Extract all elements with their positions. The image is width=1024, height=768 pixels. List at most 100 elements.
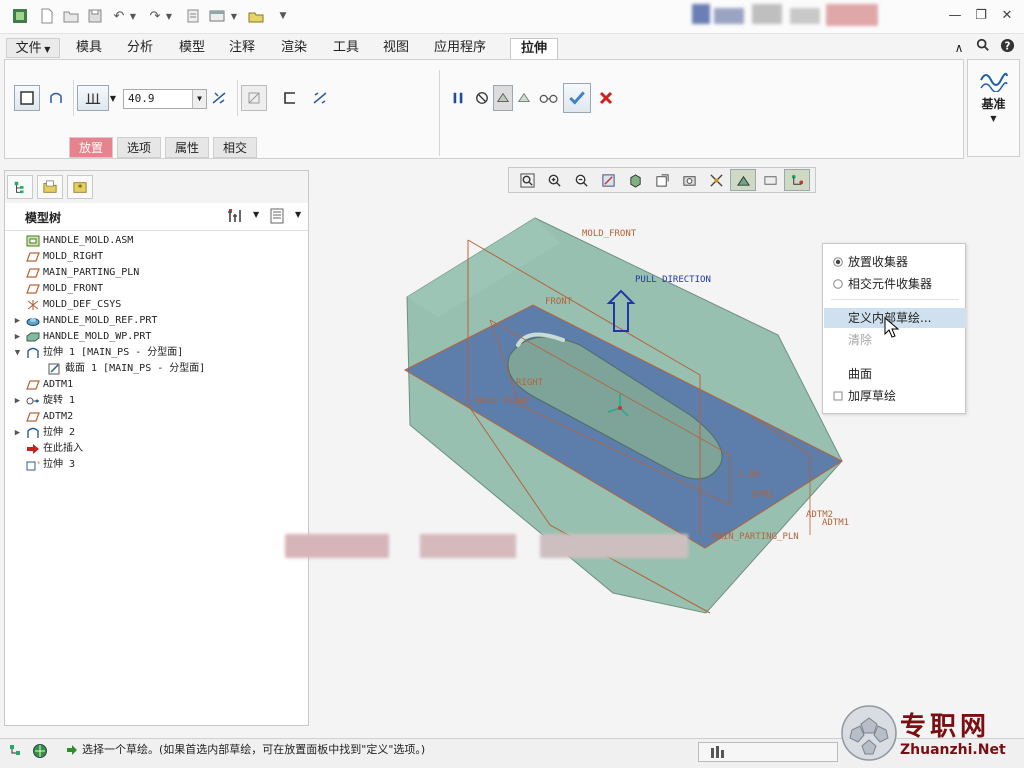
tab-options[interactable]: 选项 bbox=[117, 137, 161, 158]
tab-mold[interactable]: 模具 bbox=[70, 38, 108, 58]
tree-item[interactable]: ADTM2 bbox=[13, 409, 73, 425]
tree-item[interactable]: ▶ HANDLE_MOLD_WP.PRT bbox=[13, 329, 152, 345]
view-manager-icon[interactable] bbox=[676, 169, 702, 191]
saved-orientations-icon[interactable] bbox=[649, 169, 675, 191]
expand-arrow-icon[interactable]: ▶ bbox=[13, 425, 22, 441]
depth-value-input[interactable]: 40.9 ▼ bbox=[123, 89, 207, 109]
zoom-out-icon[interactable] bbox=[568, 169, 594, 191]
tab-view[interactable]: 视图 bbox=[376, 38, 416, 58]
open-file-icon[interactable] bbox=[62, 7, 80, 25]
datum-dropdown-icon[interactable]: ▼ bbox=[968, 114, 1019, 123]
undo-icon[interactable]: ↶ bbox=[110, 7, 128, 25]
redo-icon[interactable]: ↷ bbox=[146, 7, 164, 25]
expand-arrow-icon[interactable]: ▶ bbox=[13, 329, 22, 345]
surface-extrude-icon[interactable] bbox=[43, 85, 69, 111]
menu-item-surface[interactable]: 曲面 bbox=[824, 364, 966, 384]
tab-properties[interactable]: 属性 bbox=[165, 137, 209, 158]
attached-preview-icon[interactable] bbox=[493, 85, 513, 111]
regenerate-icon[interactable] bbox=[184, 7, 202, 25]
tree-item[interactable]: MAIN_PARTING_PLN bbox=[13, 265, 139, 281]
expand-arrow-icon[interactable]: ▶ bbox=[13, 313, 22, 329]
annotation-display-icon[interactable] bbox=[730, 169, 756, 191]
save-icon[interactable] bbox=[86, 7, 104, 25]
windows-icon[interactable] bbox=[208, 7, 226, 25]
spin-center-icon[interactable] bbox=[757, 169, 783, 191]
menu-item-intersect-collector[interactable]: 相交元件收集器 bbox=[824, 274, 966, 294]
file-menu[interactable]: 文件 ▼ bbox=[6, 38, 60, 58]
pause-icon[interactable] bbox=[445, 85, 471, 111]
tab-placement[interactable]: 放置 bbox=[69, 137, 113, 158]
tab-render[interactable]: 渲染 bbox=[274, 38, 314, 58]
tab-extrude[interactable]: 拉伸 bbox=[510, 38, 558, 61]
favorites-tab-icon[interactable]: * bbox=[67, 175, 93, 199]
extrude-dashboard: ▼ 40.9 ▼ 放置 选项 属性 相交 bbox=[4, 59, 964, 159]
windows-dropdown-icon[interactable]: ▼ bbox=[229, 7, 239, 25]
tree-item[interactable]: HANDLE_MOLD.ASM bbox=[13, 233, 133, 249]
tree-item[interactable]: *拉伸 3 bbox=[13, 457, 75, 473]
depth-blind-icon[interactable] bbox=[77, 85, 109, 111]
planes-display-icon[interactable] bbox=[784, 169, 810, 191]
menu-item-thicken-sketch[interactable]: 加厚草绘 bbox=[824, 386, 966, 406]
tree-item[interactable]: MOLD_FRONT bbox=[13, 281, 103, 297]
tab-model[interactable]: 模型 bbox=[172, 38, 212, 58]
depth-options-dropdown-icon[interactable]: ▼ bbox=[107, 89, 119, 107]
display-style-icon[interactable] bbox=[622, 169, 648, 191]
solid-extrude-icon[interactable] bbox=[14, 85, 40, 111]
tree-settings-icon[interactable] bbox=[227, 208, 247, 226]
ok-checkmark-icon[interactable] bbox=[563, 83, 591, 113]
checkbox-unchecked-icon bbox=[833, 391, 843, 401]
cancel-x-icon[interactable] bbox=[593, 85, 619, 111]
mold-model[interactable] bbox=[400, 205, 850, 625]
close-icon[interactable]: ✕ bbox=[998, 8, 1016, 24]
tab-tools[interactable]: 工具 bbox=[326, 38, 366, 58]
redo-dropdown-icon[interactable]: ▼ bbox=[164, 7, 174, 25]
navigator-toggle-icon[interactable] bbox=[8, 743, 28, 763]
datum-group[interactable]: 基准 ▼ bbox=[967, 59, 1020, 157]
tree-item[interactable]: ▶ 旋转 1 bbox=[13, 393, 75, 409]
repaint-icon[interactable] bbox=[595, 169, 621, 191]
tree-show-icon[interactable] bbox=[269, 208, 289, 226]
refit-icon[interactable] bbox=[514, 169, 540, 191]
tab-intersect[interactable]: 相交 bbox=[213, 137, 257, 158]
collapse-arrow-icon[interactable]: ▼ bbox=[13, 345, 22, 361]
model-tree-tab-icon[interactable] bbox=[7, 175, 33, 199]
restore-icon[interactable]: ❐ bbox=[972, 8, 990, 24]
customize-quick-access-icon[interactable]: ▼ bbox=[276, 7, 290, 25]
tab-annotate[interactable]: 注释 bbox=[222, 38, 262, 58]
tab-applications[interactable]: 应用程序 bbox=[428, 38, 492, 58]
tree-item[interactable]: ▶ HANDLE_MOLD_REF.PRT bbox=[13, 313, 157, 329]
collapse-ribbon-icon[interactable]: ∧ bbox=[950, 38, 968, 58]
undo-dropdown-icon[interactable]: ▼ bbox=[128, 7, 138, 25]
zoom-in-icon[interactable] bbox=[541, 169, 567, 191]
tab-analysis[interactable]: 分析 bbox=[120, 38, 160, 58]
selection-filter[interactable] bbox=[698, 742, 838, 762]
datum-display-filters-icon[interactable] bbox=[703, 169, 729, 191]
detached-preview-icon[interactable] bbox=[513, 85, 535, 111]
expand-arrow-icon[interactable]: ▶ bbox=[13, 393, 22, 409]
verify-glasses-icon[interactable] bbox=[535, 85, 563, 111]
flip-material-side-icon[interactable] bbox=[307, 85, 333, 111]
tree-show-dropdown-icon[interactable]: ▼ bbox=[295, 210, 301, 219]
tree-settings-dropdown-icon[interactable]: ▼ bbox=[253, 210, 259, 219]
tree-item[interactable]: ADTM1 bbox=[13, 377, 73, 393]
flip-depth-direction-icon[interactable] bbox=[206, 85, 232, 111]
minimize-icon[interactable]: — bbox=[946, 8, 964, 24]
thicken-sketch-icon[interactable] bbox=[277, 85, 303, 111]
menu-item-placement-collector[interactable]: 放置收集器 bbox=[824, 252, 966, 272]
new-file-icon[interactable] bbox=[38, 7, 56, 25]
tree-item[interactable]: ▼ 拉伸 1 [MAIN_PS - 分型面] bbox=[13, 345, 183, 361]
tree-item[interactable]: MOLD_RIGHT bbox=[13, 249, 103, 265]
remove-material-icon[interactable] bbox=[241, 85, 267, 111]
no-preview-icon[interactable] bbox=[471, 85, 493, 111]
depth-value-dropdown-icon[interactable]: ▼ bbox=[192, 90, 206, 108]
browser-toggle-icon[interactable] bbox=[32, 743, 52, 763]
tree-item[interactable]: ▶ 拉伸 2 bbox=[13, 425, 75, 441]
tree-item-label: ADTM2 bbox=[43, 411, 74, 422]
search-icon[interactable] bbox=[974, 38, 992, 58]
folder-browser-tab-icon[interactable] bbox=[37, 175, 63, 199]
tree-item[interactable]: 截面 1 [MAIN_PS - 分型面] bbox=[35, 361, 205, 377]
tree-item[interactable]: 在此插入 bbox=[13, 441, 83, 457]
tree-item[interactable]: MOLD_DEF_CSYS bbox=[13, 297, 121, 313]
help-icon[interactable]: ? bbox=[998, 38, 1016, 58]
close-window-icon[interactable] bbox=[246, 7, 266, 25]
